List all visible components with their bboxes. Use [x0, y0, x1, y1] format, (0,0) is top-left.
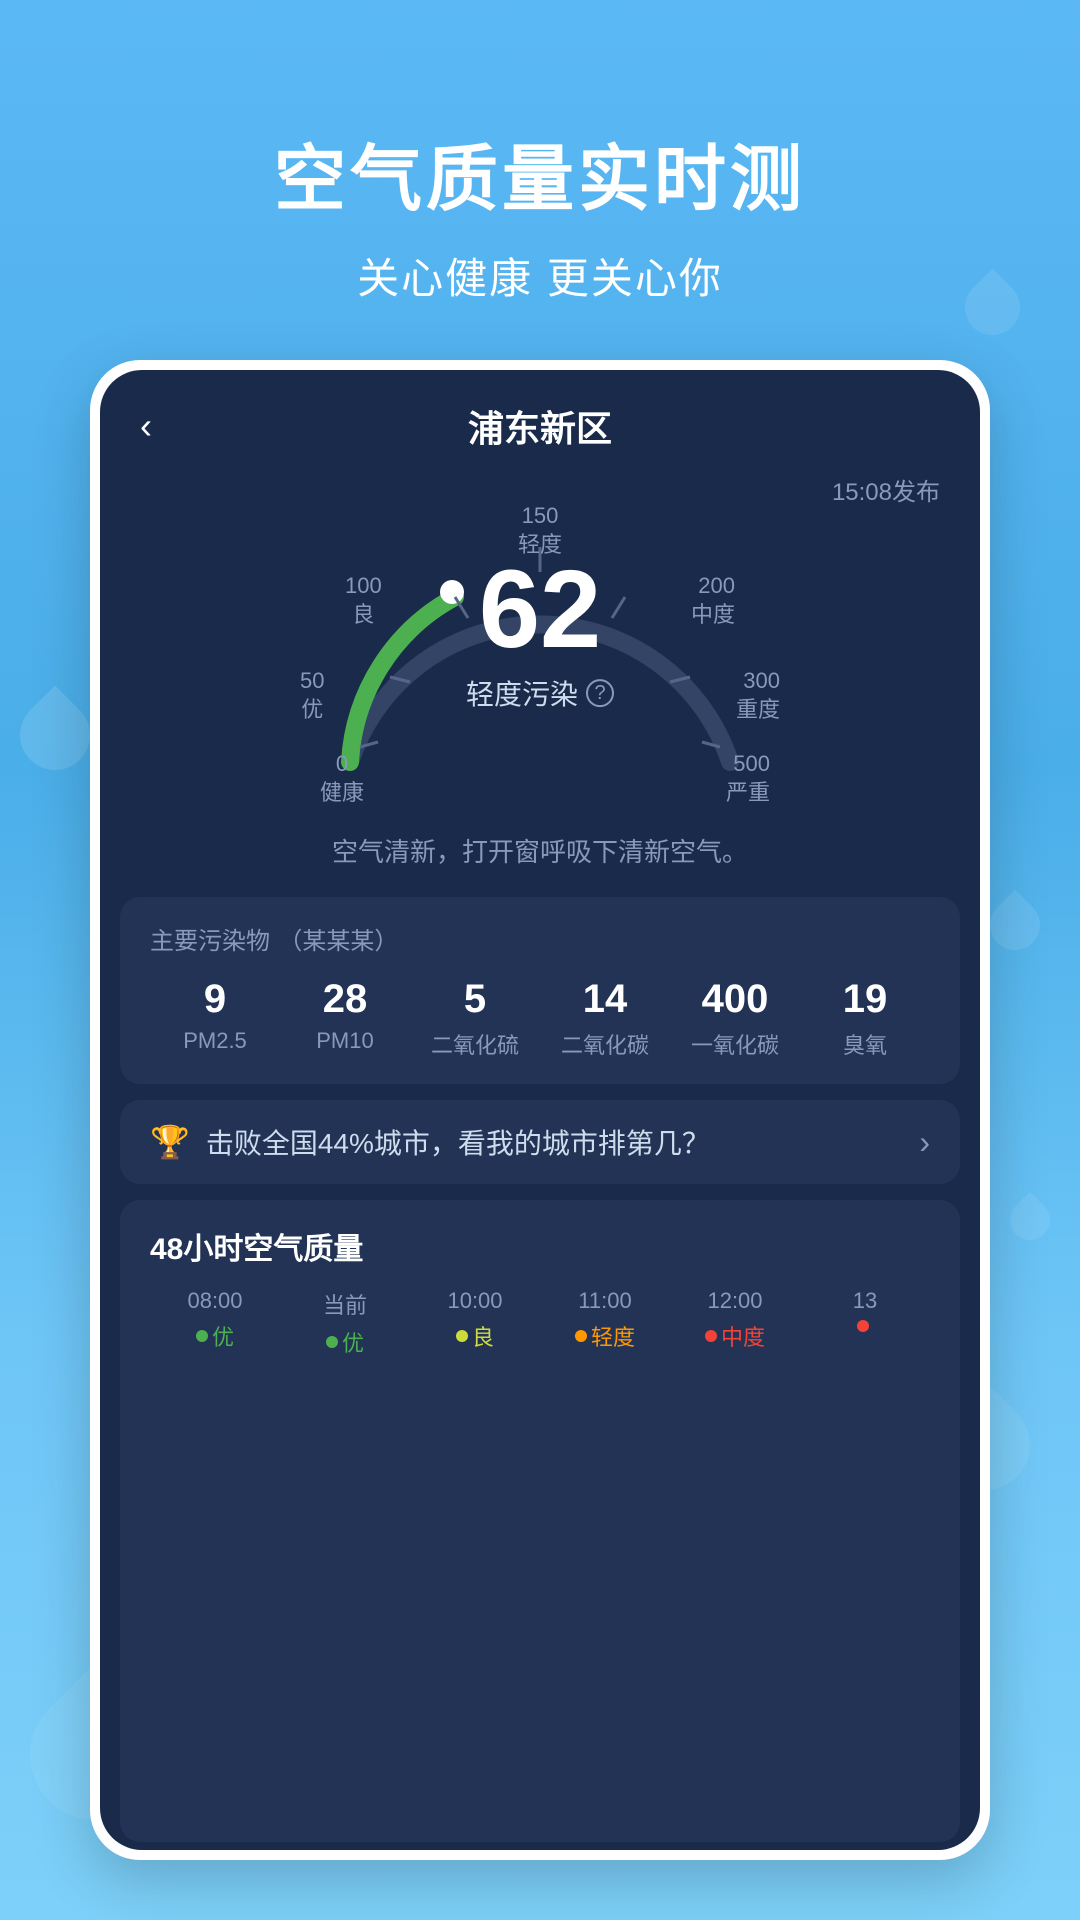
ranking-arrow: ›: [919, 1124, 930, 1161]
time-slot: 12:00 中度: [670, 1288, 800, 1358]
time-label: 当前: [280, 1288, 410, 1320]
time-label: 08:00: [150, 1288, 280, 1314]
pollutant-item: 5 二氧化硫: [410, 977, 540, 1060]
time-quality: 优: [280, 1326, 410, 1358]
pollutant-name: PM2.5: [150, 1028, 280, 1054]
pollutant-item: 9 PM2.5: [150, 977, 280, 1060]
time-slot: 13: [800, 1288, 930, 1358]
ranking-banner[interactable]: 🏆 击败全国44%城市，看我的城市排第几？ ›: [120, 1100, 960, 1184]
back-button[interactable]: ‹: [140, 405, 152, 447]
aqi-gauge: 150轻度 100良 200中度 50优 300重度 0健康 5: [290, 482, 790, 802]
pollutant-value: 9: [150, 977, 280, 1022]
time-quality: [800, 1320, 930, 1332]
help-icon[interactable]: ?: [586, 679, 614, 707]
hours-timeline: 08:00 优 当前 优 10:00 良 11:00 轻度 12:00 中度 1…: [150, 1288, 930, 1358]
hero-header: 空气质量实时测 关心健康 更关心你: [0, 0, 1080, 366]
pollutant-value: 14: [540, 977, 670, 1022]
scale-300: 300重度: [736, 667, 780, 724]
decorative-drop-3: [1002, 1192, 1059, 1249]
aqi-number: 62: [466, 555, 614, 665]
scale-100: 100良: [345, 572, 382, 629]
ranking-text: 击败全国44%城市，看我的城市排第几？: [206, 1122, 710, 1162]
pollutant-name: 二氧化硫: [410, 1028, 540, 1060]
time-slot: 11:00 轻度: [540, 1288, 670, 1358]
time-label: 13: [800, 1288, 930, 1314]
hero-title: 空气质量实时测: [0, 120, 1080, 225]
time-slot: 当前 优: [280, 1288, 410, 1358]
time-slot: 08:00 优: [150, 1288, 280, 1358]
time-quality: 中度: [670, 1320, 800, 1352]
time-quality: 良: [410, 1320, 540, 1352]
pollutant-item: 400 一氧化碳: [670, 977, 800, 1060]
pollutant-name: 二氧化碳: [540, 1028, 670, 1060]
hours48-title: 48小时空气质量: [150, 1224, 930, 1268]
decorative-drop-2: [980, 890, 1051, 961]
pollutants-grid: 9 PM2.5 28 PM10 5 二氧化硫 14 二氧化碳 400 一氧化碳 …: [150, 977, 930, 1060]
time-slot: 10:00 良: [410, 1288, 540, 1358]
scale-500: 500严重: [726, 750, 770, 807]
hours48-card: 48小时空气质量 08:00 优 当前 优 10:00 良 11:00 轻度 1…: [120, 1200, 960, 1842]
scale-50: 50优: [300, 667, 324, 724]
trophy-icon: 🏆: [150, 1123, 190, 1161]
app-header: ‹ 浦东新区: [100, 370, 980, 462]
aqi-value-display: 62 轻度污染 ?: [466, 555, 614, 713]
hero-subtitle: 关心健康 更关心你: [0, 245, 1080, 306]
gauge-section: 15:08发布: [100, 462, 980, 822]
pollutant-value: 28: [280, 977, 410, 1022]
pollutants-title: 主要污染物 （某某某）: [150, 921, 930, 957]
scale-200: 200中度: [691, 572, 735, 629]
location-title: 浦东新区: [468, 400, 612, 452]
time-quality: 优: [150, 1320, 280, 1352]
pollutant-item: 14 二氧化碳: [540, 977, 670, 1060]
time-label: 11:00: [540, 1288, 670, 1314]
pollutant-name: 臭氧: [800, 1028, 930, 1060]
pollutant-name: PM10: [280, 1028, 410, 1054]
pollutant-item: 28 PM10: [280, 977, 410, 1060]
scale-0: 0健康: [320, 750, 364, 807]
advice-text: 空气清新，打开窗呼吸下清新空气。: [100, 822, 980, 889]
pollutants-card: 主要污染物 （某某某） 9 PM2.5 28 PM10 5 二氧化硫 14 二氧…: [120, 897, 960, 1084]
pollutant-value: 5: [410, 977, 540, 1022]
aqi-status-label: 轻度污染 ?: [466, 673, 614, 713]
ranking-left: 🏆 击败全国44%城市，看我的城市排第几？: [150, 1122, 710, 1162]
publish-time: 15:08发布: [832, 472, 940, 507]
pollutant-item: 19 臭氧: [800, 977, 930, 1060]
pollutant-name: 一氧化碳: [670, 1028, 800, 1060]
time-label: 12:00: [670, 1288, 800, 1314]
time-quality: 轻度: [540, 1320, 670, 1352]
pollutant-value: 19: [800, 977, 930, 1022]
pollutant-value: 400: [670, 977, 800, 1022]
time-label: 10:00: [410, 1288, 540, 1314]
phone-screen: ‹ 浦东新区 15:08发布: [100, 370, 980, 1850]
phone-mockup: ‹ 浦东新区 15:08发布: [90, 360, 990, 1860]
